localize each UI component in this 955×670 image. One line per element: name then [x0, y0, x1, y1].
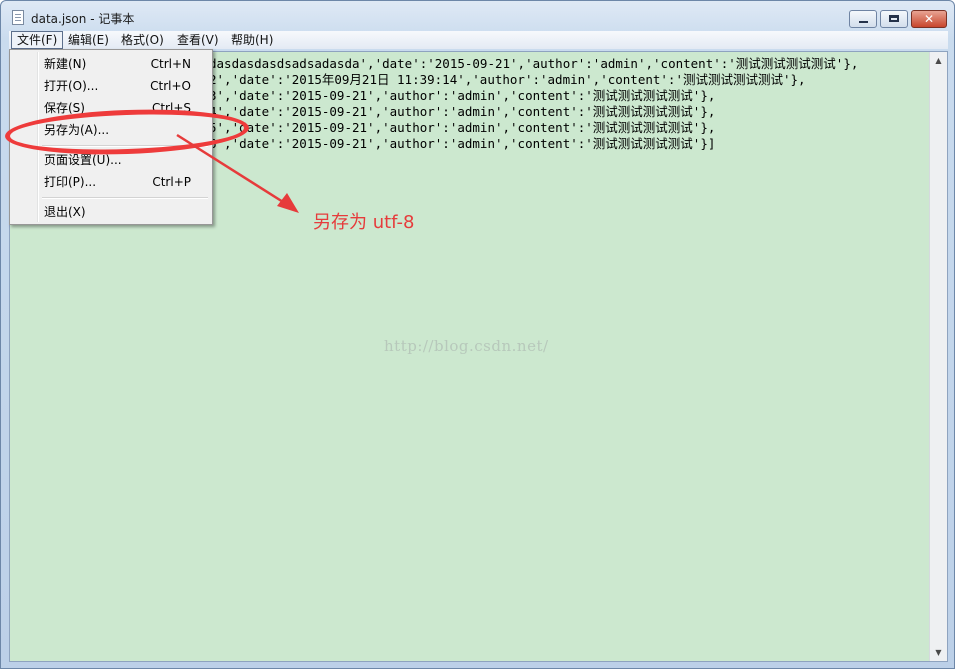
window-title: data.json - 记事本 — [31, 12, 135, 26]
menu-bar: 文件(F) 编辑(E) 格式(O) 查看(V) 帮助(H) — [9, 31, 948, 49]
notepad-app-icon — [12, 10, 24, 25]
minimize-icon — [859, 21, 868, 23]
menu-item-shortcut: Ctrl+O — [150, 79, 191, 93]
text-line: 2','date':'2015年09月21日 11:39:14','author… — [209, 72, 806, 87]
text-line: 4','date':'2015-09-21','author':'admin',… — [209, 104, 716, 119]
title-bar[interactable]: data.json - 记事本 ✕ — [1, 1, 954, 31]
menu-file[interactable]: 文件(F) — [11, 31, 64, 49]
maximize-button[interactable] — [880, 10, 908, 28]
menu-item-shortcut: Ctrl+P — [152, 175, 191, 189]
notepad-window: data.json - 记事本 ✕ 文件(F) 编辑(E) 格式(O) 查看(V… — [0, 0, 955, 669]
text-line: 6','date':'2015-09-21','author':'admin',… — [209, 136, 716, 151]
menu-item-shortcut: Ctrl+N — [150, 57, 191, 71]
text-line: 3','date':'2015-09-21','author':'admin',… — [209, 88, 716, 103]
vertical-scrollbar[interactable]: ▲ ▼ — [929, 52, 947, 661]
text-line: 5','date':'2015-09-21','author':'admin',… — [209, 120, 716, 135]
watermark-text: http://blog.csdn.net/ — [384, 337, 549, 355]
menu-view[interactable]: 查看(V) — [172, 31, 224, 49]
menu-item-label: 打印(P)... — [44, 175, 97, 189]
close-button[interactable]: ✕ — [911, 10, 947, 28]
close-icon: ✕ — [923, 12, 935, 26]
menu-item-label: 打开(O)... — [44, 79, 99, 93]
minimize-button[interactable] — [849, 10, 877, 28]
menu-edit[interactable]: 编辑(E) — [63, 31, 114, 49]
maximize-icon — [889, 15, 899, 22]
menu-help[interactable]: 帮助(H) — [226, 31, 278, 49]
menu-item-new[interactable]: 新建(N) Ctrl+N — [13, 53, 209, 75]
scroll-down-icon[interactable]: ▼ — [930, 644, 947, 661]
menu-item-label: 新建(N) — [44, 57, 87, 71]
text-line: dasdasdasdsadsadasda','date':'2015-09-21… — [209, 56, 859, 71]
menu-item-open[interactable]: 打开(O)... Ctrl+O — [13, 75, 209, 97]
menu-item-label: 退出(X) — [44, 205, 86, 219]
menu-format[interactable]: 格式(O) — [116, 31, 169, 49]
menu-item-print[interactable]: 打印(P)... Ctrl+P — [13, 171, 209, 193]
scroll-up-icon[interactable]: ▲ — [930, 52, 947, 69]
menu-item-exit[interactable]: 退出(X) — [13, 201, 209, 223]
menu-separator — [42, 197, 208, 199]
annotation-label: 另存为 utf-8 — [313, 212, 415, 233]
